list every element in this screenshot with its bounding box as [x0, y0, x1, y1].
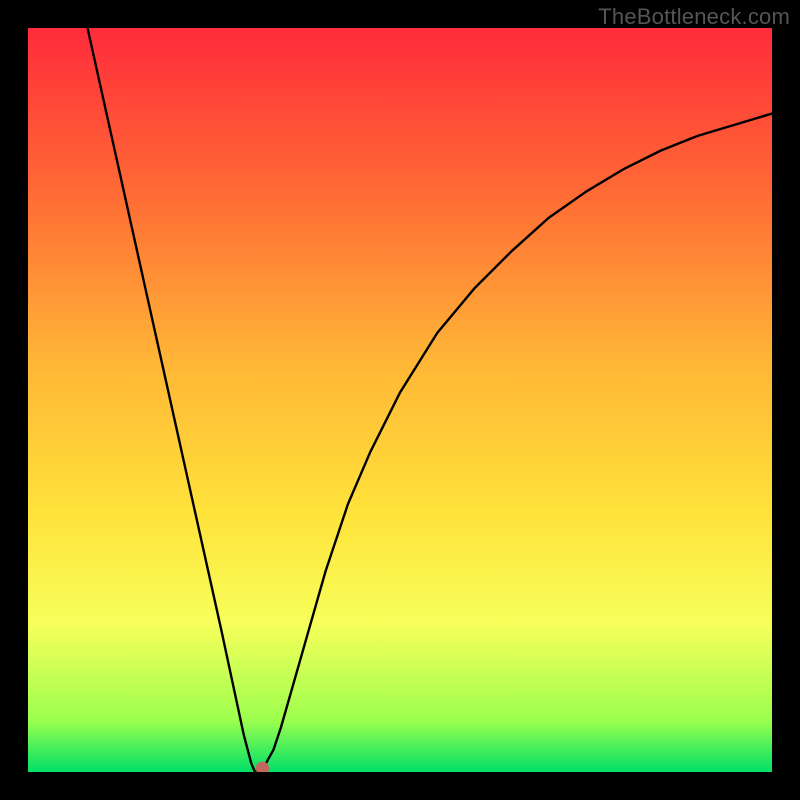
- plot-area: [28, 28, 772, 772]
- chart-frame: TheBottleneck.com: [0, 0, 800, 800]
- chart-svg: [28, 28, 772, 772]
- watermark-text: TheBottleneck.com: [598, 4, 790, 30]
- gradient-background: [28, 28, 772, 772]
